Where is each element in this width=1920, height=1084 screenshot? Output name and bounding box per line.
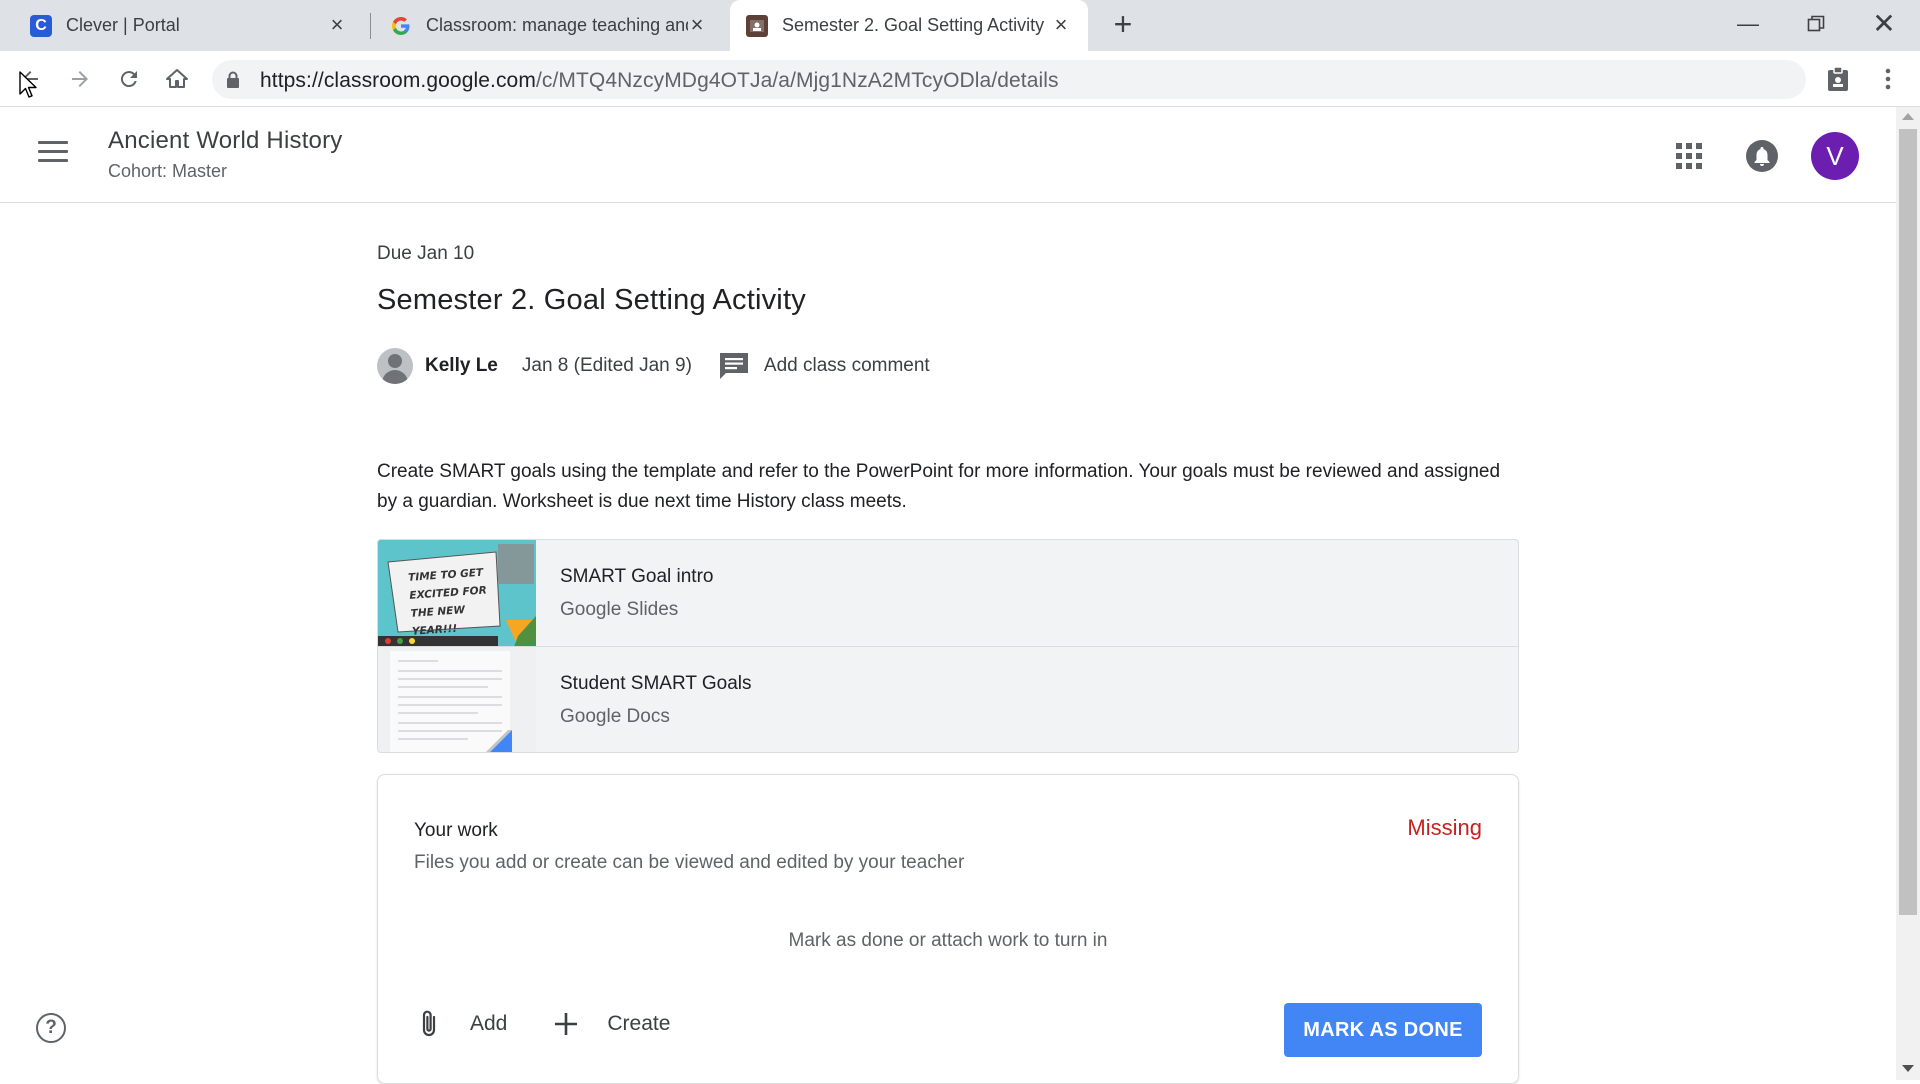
assignment-description: Create SMART goals using the template an… (377, 461, 1501, 512)
new-tab-button[interactable]: + (1108, 8, 1138, 40)
slides-thumbnail: TIME TO GET EXCITED FOR THE NEW YEAR!!! (378, 540, 536, 646)
scroll-up-arrow-icon[interactable] (1902, 113, 1914, 120)
google-icon (390, 15, 412, 37)
extension-clipboard-icon[interactable] (1822, 63, 1854, 95)
assignment-title: Semester 2. Goal Setting Activity (377, 284, 806, 316)
assignment-meta: Kelly Le Jan 8 (Edited Jan 9) Add class … (377, 347, 930, 385)
account-avatar[interactable]: V (1811, 132, 1859, 180)
course-subtitle: Cohort: Master (108, 161, 228, 181)
material-item[interactable]: TIME TO GET EXCITED FOR THE NEW YEAR!!! … (378, 540, 1518, 647)
your-work-subtitle: Files you add or create can be viewed an… (414, 852, 965, 873)
author-avatar-icon (377, 348, 413, 384)
browser-tab-strip: C Clever | Portal × Classroom: manage te… (0, 0, 1920, 51)
close-icon[interactable]: × (326, 14, 348, 36)
slides-thumbnail-text: TIME TO GET EXCITED FOR THE NEW YEAR!!! (407, 566, 488, 638)
reload-button[interactable] (113, 63, 145, 95)
your-work-title: Your work (414, 820, 498, 841)
address-bar[interactable]: https://classroom.google.com/c/MTQ4NzcyM… (212, 60, 1806, 99)
scrollbar-thumb[interactable] (1899, 129, 1917, 915)
plus-icon (551, 1009, 581, 1039)
minimize-icon[interactable]: — (1728, 8, 1768, 40)
tab-title: Classroom: manage teaching and (426, 15, 688, 35)
window-close-icon[interactable]: ✕ (1864, 8, 1904, 40)
notifications-bell-icon[interactable] (1746, 140, 1778, 172)
scroll-down-arrow-icon[interactable] (1902, 1065, 1914, 1072)
posted-date: Jan 8 (Edited Jan 9) (521, 355, 692, 376)
browser-toolbar: https://classroom.google.com/c/MTQ4NzcyM… (0, 51, 1920, 107)
browser-menu-icon[interactable] (1872, 63, 1904, 95)
page-scrollbar[interactable] (1896, 107, 1920, 1080)
your-work-empty-text: Mark as done or attach work to turn in (788, 930, 1108, 951)
tab-title: Clever | Portal (66, 15, 180, 35)
author-name: Kelly Le (425, 355, 498, 376)
tab-separator (370, 13, 371, 39)
mark-as-done-button[interactable]: MARK AS DONE (1284, 1003, 1482, 1057)
paperclip-icon (414, 1009, 444, 1039)
comment-icon[interactable] (718, 351, 750, 381)
status-badge: Missing (1407, 815, 1482, 840)
material-type: Google Docs (560, 706, 670, 727)
close-icon[interactable]: × (686, 14, 708, 36)
create-button[interactable]: Create (551, 1009, 670, 1039)
restore-icon[interactable] (1796, 8, 1836, 40)
mouse-cursor-icon (18, 70, 38, 105)
materials-list: TIME TO GET EXCITED FOR THE NEW YEAR!!! … (377, 539, 1519, 753)
clever-icon: C (30, 14, 52, 37)
your-work-actions: Add Create (414, 1009, 714, 1039)
close-icon[interactable]: × (1050, 14, 1072, 36)
url-path: /c/MTQ4NzcyMDg4OTJa/a/Mjg1NzA2MTcyODla/d… (535, 69, 1059, 92)
tab-classroom-manage[interactable]: Classroom: manage teaching and × (374, 0, 724, 51)
classroom-header: Ancient World History Cohort: Master V (0, 107, 1896, 203)
forward-button[interactable] (64, 63, 96, 95)
tab-clever-portal[interactable]: C Clever | Portal × (14, 0, 364, 51)
add-class-comment-link[interactable]: Add class comment (764, 355, 930, 377)
your-work-card: Your work Missing Files you add or creat… (377, 774, 1519, 1084)
home-button[interactable] (161, 63, 193, 95)
tab-title: Semester 2. Goal Setting Activity (782, 15, 1045, 35)
material-title: Student SMART Goals (560, 673, 752, 694)
course-title[interactable]: Ancient World History (108, 127, 343, 155)
add-button[interactable]: Add (414, 1009, 507, 1039)
material-type: Google Slides (560, 599, 679, 620)
create-label: Create (607, 1012, 671, 1035)
docs-thumbnail (378, 647, 536, 752)
lock-icon (226, 71, 240, 94)
classroom-icon (746, 14, 768, 37)
add-label: Add (470, 1012, 508, 1035)
help-icon[interactable]: ? (36, 1013, 66, 1043)
material-title: SMART Goal intro (560, 566, 714, 587)
tab-semester-goal[interactable]: Semester 2. Goal Setting Activity × (730, 0, 1088, 51)
url-text: https://classroom.google.com/c/MTQ4NzcyM… (260, 69, 1059, 93)
main-menu-icon[interactable] (38, 141, 68, 165)
url-host: https://classroom.google.com (260, 69, 536, 92)
google-apps-icon[interactable] (1676, 143, 1702, 169)
due-date: Due Jan 10 (377, 243, 475, 264)
material-item[interactable]: Student SMART Goals Google Docs (378, 647, 1518, 752)
